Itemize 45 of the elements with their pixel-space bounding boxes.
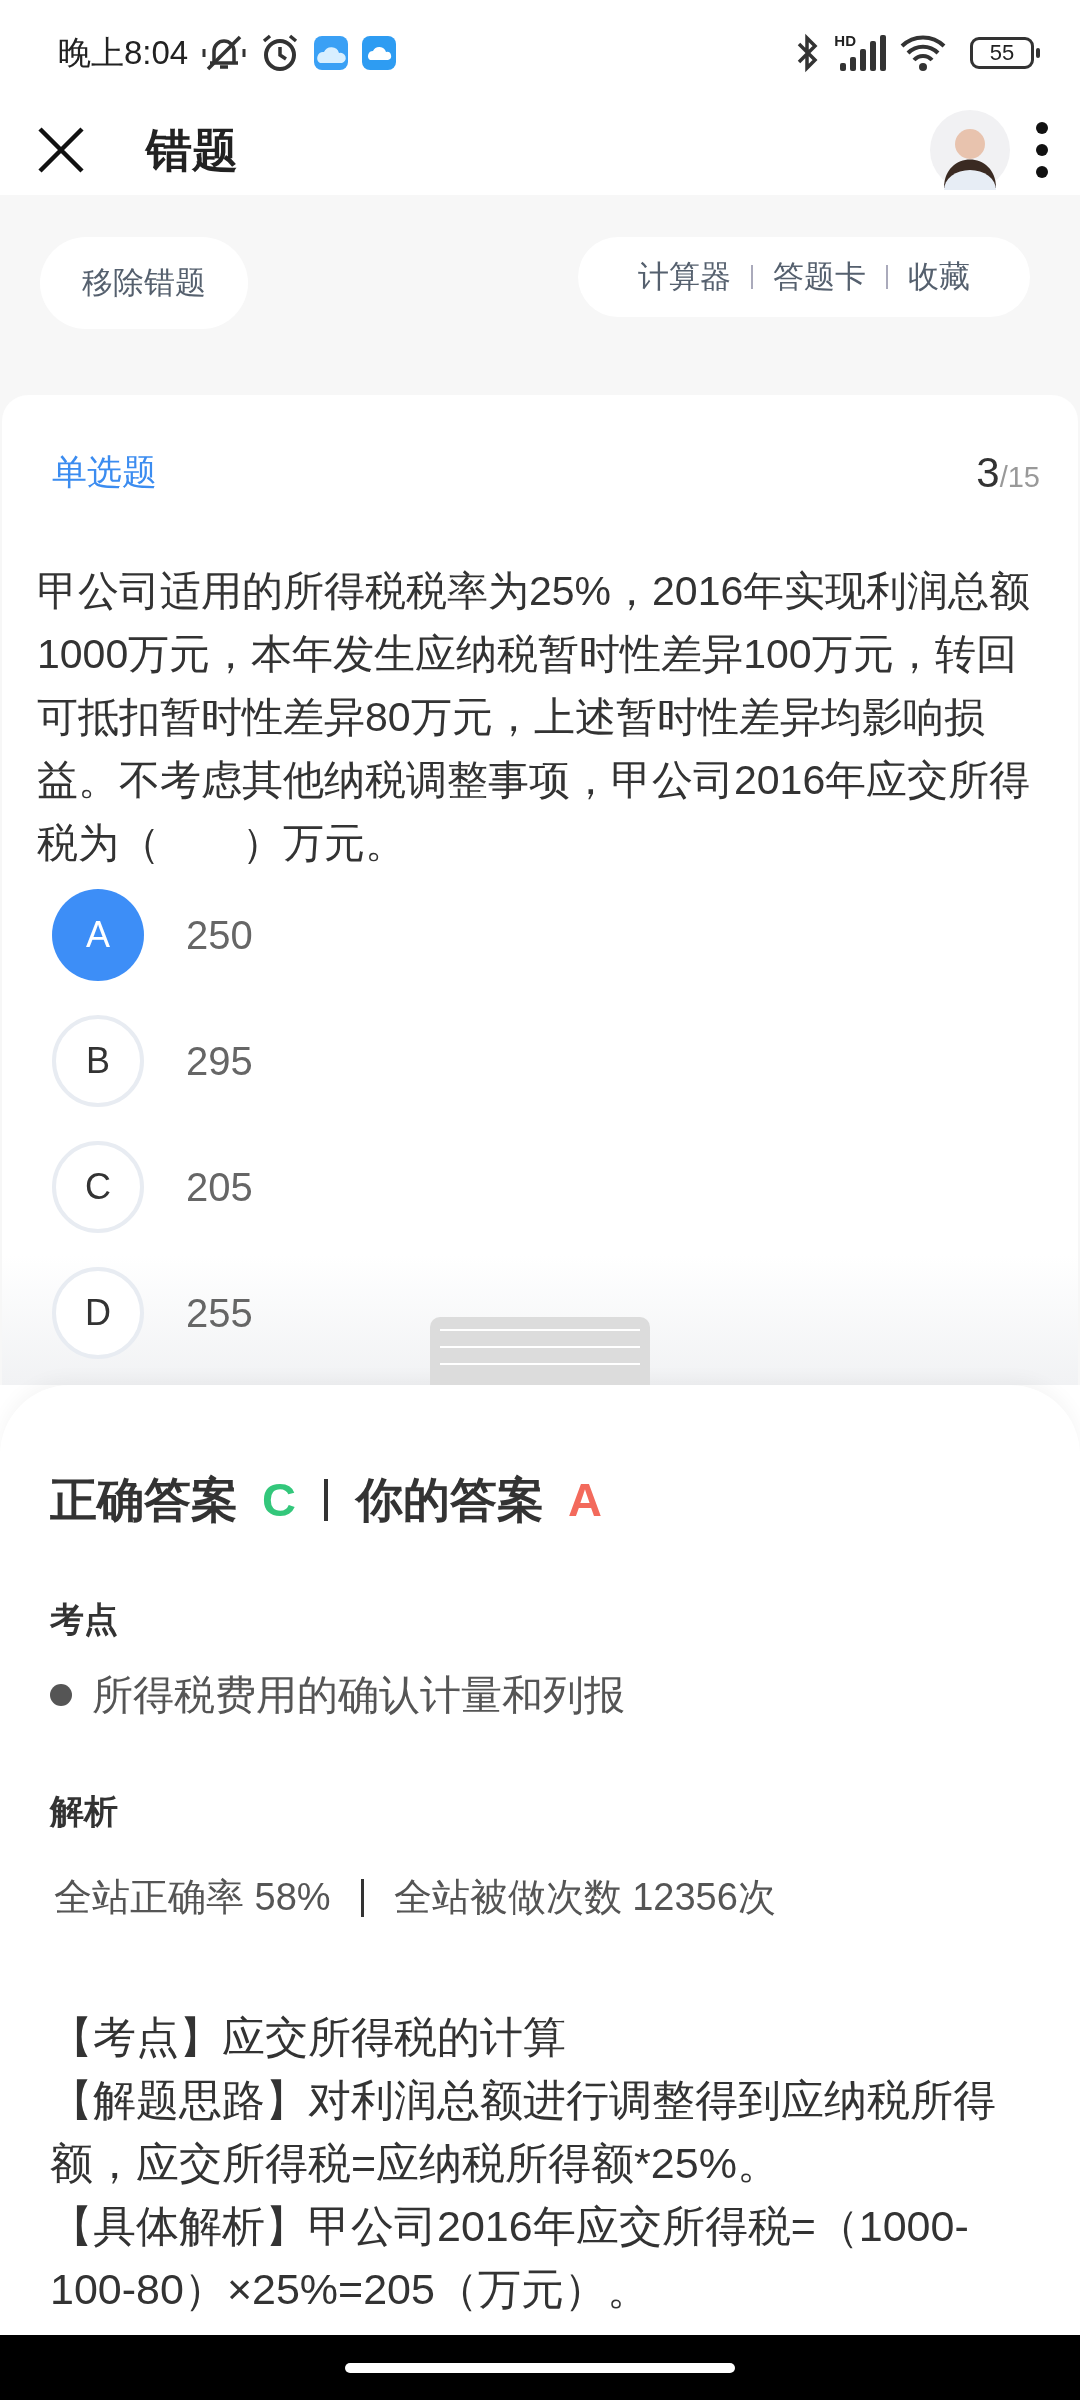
wifi-icon — [900, 33, 946, 72]
network-type: HD — [834, 32, 856, 48]
close-icon — [36, 125, 86, 175]
option-value: 205 — [186, 1164, 253, 1211]
option-value: 255 — [186, 1290, 253, 1337]
cloud-app-icon — [362, 35, 397, 70]
explanation-text: 【解题思路】对利润总额进行调整得到应纳税所得额，应交所得税=应纳税所得额*25%。 — [50, 2075, 997, 2189]
statistic: 全站正确率 58% — [54, 1875, 331, 1920]
question-text: 甲公司适用的所得税税率为25%，2016年实现利润总额1000万元，本年发生应纳税暂时性差异100万元，转回可抵扣暂时性差异80万元，上述暂时性差异均影响损益。不考虑其他纳税调整事项，甲公司2016年应交所得税为（ ）万元。 — [37, 567, 1032, 868]
statistic: 全站被做次数 12356次 — [393, 1875, 776, 1920]
option-letter: B — [52, 1015, 144, 1107]
your-answer: A — [567, 1472, 602, 1528]
section-heading: 考点 — [50, 1598, 119, 1640]
drag-handle[interactable] — [430, 1317, 650, 1385]
tool-button[interactable]: 计算器 — [618, 253, 751, 301]
explanation-text: 【具体解析】甲公司2016年应交所得税=（1000-100-80）×25%=205（万元）。 — [50, 2201, 970, 2315]
option-letter: D — [52, 1267, 144, 1359]
explanation-text: 【考点】应交所得税的计算 — [50, 2012, 567, 2063]
question-type: 单选题 — [52, 451, 157, 494]
question-total: /15 — [999, 461, 1040, 493]
bullet-icon — [50, 1684, 72, 1707]
more-menu-button[interactable] — [1034, 121, 1050, 179]
remove-mistake-button[interactable]: 移除错题 — [40, 237, 248, 329]
section-heading: 解析 — [50, 1791, 119, 1832]
your-answer-label: 你的答案 — [355, 1472, 544, 1528]
close-button[interactable] — [36, 125, 86, 175]
more-icon — [1034, 121, 1050, 179]
option-letter: C — [52, 1141, 144, 1233]
question-number: 3 — [976, 449, 1000, 496]
knowledge-point: 所得税费用的确认计量和列报 — [92, 1670, 625, 1720]
correct-answer: C — [262, 1472, 296, 1528]
correct-answer-label: 正确答案 — [50, 1472, 238, 1528]
tool-button[interactable]: 收藏 — [888, 253, 990, 301]
answer-option[interactable]: A 250 — [52, 889, 1040, 981]
answer-option[interactable]: B 295 — [52, 1015, 1040, 1107]
option-value: 250 — [186, 912, 253, 959]
page-title: 错题 — [146, 122, 238, 178]
cloud-app-icon — [314, 35, 349, 70]
clock-time: 晚上8:04 — [58, 32, 189, 73]
option-value: 295 — [186, 1038, 253, 1085]
tool-button[interactable]: 答题卡 — [753, 253, 886, 301]
battery-indicator: 55 — [970, 36, 1040, 69]
home-indicator[interactable] — [345, 2362, 735, 2373]
answer-option[interactable]: C 205 — [52, 1141, 1040, 1233]
option-letter: A — [52, 889, 144, 981]
